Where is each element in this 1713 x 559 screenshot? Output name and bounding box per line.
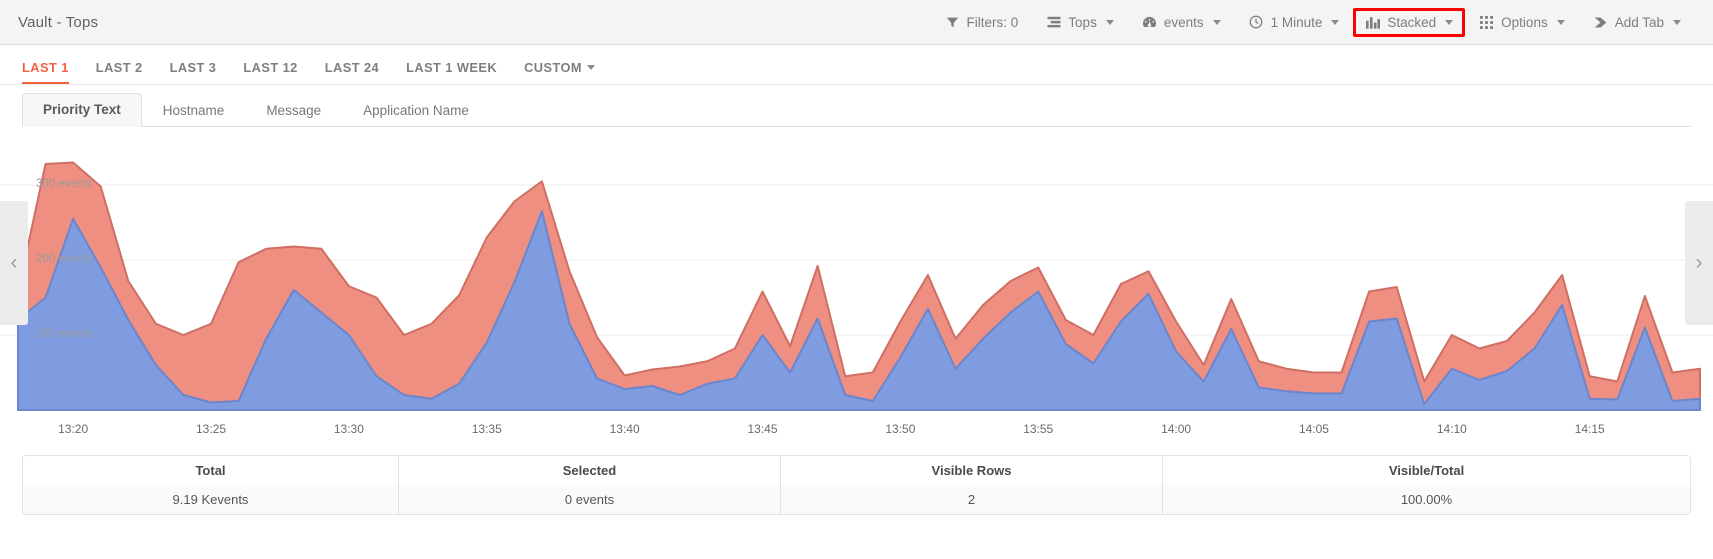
x-axis-tick-label: 13:50 <box>885 422 916 436</box>
filters-button[interactable]: Filters: 0 <box>931 6 1033 39</box>
range-tab-label: LAST 3 <box>169 60 217 75</box>
range-tab-custom[interactable]: CUSTOM <box>524 60 596 84</box>
x-axis-tick-label: 13:20 <box>58 422 89 436</box>
range-tab-last-3[interactable]: LAST 3 <box>170 60 217 84</box>
bar-chart-icon <box>1365 15 1380 30</box>
field-tab-application-name[interactable]: Application Name <box>342 94 490 127</box>
field-tabs: Priority Text Hostname Message Application … <box>0 85 1713 127</box>
add-tab-dropdown[interactable]: Add Tab <box>1579 6 1695 39</box>
field-tab-hostname[interactable]: Hostname <box>142 94 246 127</box>
stacked-area-chart[interactable] <box>0 127 1713 419</box>
range-tab-last-1-week[interactable]: LAST 1 WEEK <box>406 60 497 84</box>
options-label: Options <box>1501 14 1548 30</box>
range-tab-label: LAST 1 WEEK <box>406 60 498 75</box>
range-tab-label: LAST 2 <box>95 60 143 75</box>
chevron-down-icon <box>1105 19 1114 25</box>
tag-icon <box>1593 15 1608 30</box>
x-axis-tick-label: 13:35 <box>471 422 502 436</box>
filters-label: Filters: 0 <box>966 14 1019 30</box>
options-dropdown[interactable]: Options <box>1465 6 1579 39</box>
gauge-icon <box>1142 15 1157 30</box>
summary-header-visible-total: Visible/Total <box>1163 456 1690 485</box>
stacked-dropdown[interactable]: Stacked <box>1353 7 1466 37</box>
range-tab-last-2[interactable]: LAST 2 <box>96 60 143 84</box>
summary-value-selected: 0 events <box>399 485 781 514</box>
range-tab-last-12[interactable]: LAST 12 <box>243 60 297 84</box>
range-tab-label: LAST 24 <box>324 60 380 75</box>
range-tab-last-1[interactable]: LAST 1 <box>22 60 69 84</box>
clock-icon <box>1249 15 1264 30</box>
x-axis-tick-label: 13:45 <box>747 422 778 436</box>
summary-header-total: Total <box>23 456 399 485</box>
x-axis-tick-label: 14:05 <box>1298 422 1329 436</box>
summary-header-selected: Selected <box>399 456 781 485</box>
page-title: Vault - Tops <box>18 13 99 31</box>
time-range-tabs: LAST 1 LAST 2 LAST 3 LAST 12 LAST 24 LAST 1 W… <box>0 45 1713 85</box>
events-metric-dropdown[interactable]: events <box>1128 6 1235 39</box>
range-tab-label: LAST 1 <box>22 60 69 75</box>
x-axis-tick-label: 13:30 <box>333 422 364 436</box>
chevron-down-icon <box>1212 19 1221 25</box>
summary-value-row: 9.19 Kevents 0 events 2 100.00% <box>23 485 1690 514</box>
x-axis-tick-label: 14:00 <box>1161 422 1192 436</box>
grid-icon <box>1479 15 1494 30</box>
stacked-label: Stacked <box>1387 14 1437 30</box>
filter-icon <box>945 15 960 30</box>
chevron-down-icon <box>1556 19 1565 25</box>
top-header-bar: Vault - Tops Filters: 0 Tops events 1 Mi… <box>0 0 1713 45</box>
events-metric-label: events <box>1163 14 1204 30</box>
interval-dropdown[interactable]: 1 Minute <box>1235 6 1354 39</box>
summary-value-visible-rows: 2 <box>781 485 1163 514</box>
summary-header-visible-rows: Visible Rows <box>781 456 1163 485</box>
x-axis-tick-label: 13:55 <box>1023 422 1054 436</box>
summary-value-visible-total: 100.00% <box>1163 485 1690 514</box>
x-axis-tick-label: 14:10 <box>1436 422 1467 436</box>
x-axis-tick-label: 13:40 <box>609 422 640 436</box>
field-tab-priority-text[interactable]: Priority Text <box>22 93 142 127</box>
x-axis-tick-label: 13:25 <box>196 422 227 436</box>
range-tab-label: LAST 12 <box>243 60 298 75</box>
x-axis-tick-label: 14:15 <box>1574 422 1605 436</box>
header-actions: Filters: 0 Tops events 1 Minute Stacked … <box>931 6 1695 39</box>
tops-dropdown[interactable]: Tops <box>1032 6 1128 39</box>
chevron-down-icon <box>1445 19 1454 25</box>
add-tab-label: Add Tab <box>1614 14 1664 30</box>
chart-next-button[interactable]: › <box>1685 201 1713 325</box>
interval-label: 1 Minute <box>1270 14 1323 30</box>
chart-prev-button[interactable]: ‹ <box>0 201 28 325</box>
chevron-down-icon <box>1673 19 1681 25</box>
summary-table: Total Selected Visible Rows Visible/Tota… <box>22 455 1691 515</box>
range-tab-label: CUSTOM <box>524 60 583 75</box>
list-icon <box>1046 15 1061 30</box>
chevron-down-icon <box>1331 19 1340 25</box>
summary-header-row: Total Selected Visible Rows Visible/Tota… <box>23 456 1690 485</box>
field-tab-message[interactable]: Message <box>245 94 342 127</box>
summary-value-total: 9.19 Kevents <box>23 485 399 514</box>
chevron-down-icon <box>587 65 596 70</box>
range-tab-last-24[interactable]: LAST 24 <box>325 60 379 84</box>
tops-label: Tops <box>1068 14 1097 30</box>
chart-container[interactable]: 100 events 200 events 300 events 13:20 13:2… <box>0 127 1713 445</box>
x-axis-labels: 13:20 13:25 13:30 13:35 13:40 13:45 13:50 13:55… <box>0 419 1713 445</box>
